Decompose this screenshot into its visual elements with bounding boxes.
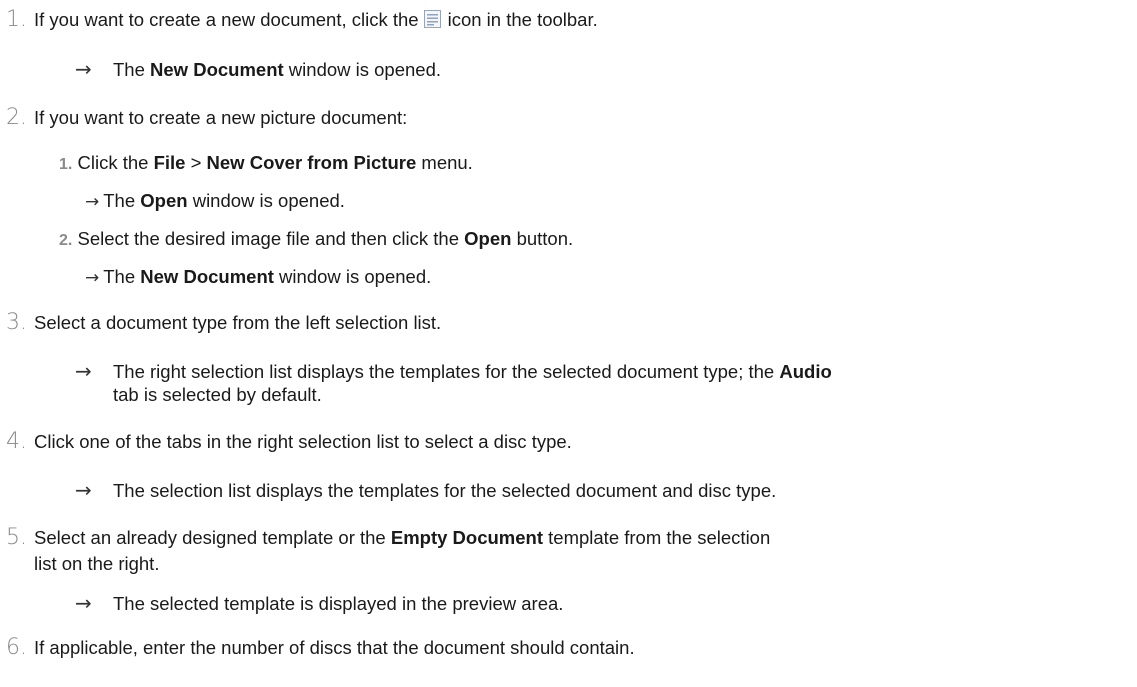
- substep-1: 1. Click the File > New Cover from Pictu…: [59, 152, 473, 173]
- step-5-text: Select an already designed template or t…: [34, 527, 771, 548]
- arrow-icon: →: [75, 57, 92, 81]
- step-number: 1.: [6, 7, 27, 32]
- step-1-post: icon in the toolbar.: [447, 9, 598, 30]
- substep-2: 2. Select the desired image file and the…: [59, 228, 574, 249]
- arrow-icon: →: [85, 268, 100, 288]
- substep-2-result: → The New Document window is opened.: [85, 266, 432, 288]
- arrow-icon: →: [75, 478, 92, 502]
- step-4-text: Click one of the tabs in the right selec…: [34, 431, 572, 452]
- step-5-text-cont: list on the right.: [34, 553, 160, 574]
- step-3-result-cont: tab is selected by default.: [113, 384, 322, 405]
- step-number: 3.: [6, 310, 27, 335]
- substep-number: 2.: [59, 232, 73, 249]
- step-1-result: → The New Document window is opened.: [75, 57, 442, 81]
- arrow-icon: →: [85, 192, 100, 212]
- step-3-text: Select a document type from the left sel…: [34, 312, 442, 333]
- step-number: 4.: [6, 429, 27, 454]
- substep-number: 1.: [59, 156, 73, 173]
- arrow-icon: →: [75, 359, 92, 383]
- step-number: 2.: [6, 105, 27, 130]
- step-3-result: → The right selection list displays the t…: [75, 359, 832, 383]
- substep-1-result: → The Open window is opened.: [85, 190, 345, 212]
- new-document-icon: [423, 9, 442, 34]
- step-number: 5.: [6, 525, 27, 550]
- step-5-result: → The selected template is displayed in t…: [75, 591, 564, 615]
- step-2-text: If you want to create a new picture docu…: [34, 107, 408, 128]
- arrow-icon: →: [75, 591, 92, 615]
- step-6-text: If applicable, enter the number of discs…: [34, 637, 635, 658]
- step-1-text: If you want to create a new document, cl…: [34, 9, 598, 34]
- step-1-pre: If you want to create a new document, cl…: [34, 9, 419, 30]
- step-number: 6.: [6, 635, 27, 660]
- step-4-result: → The selection list displays the templat…: [75, 478, 777, 502]
